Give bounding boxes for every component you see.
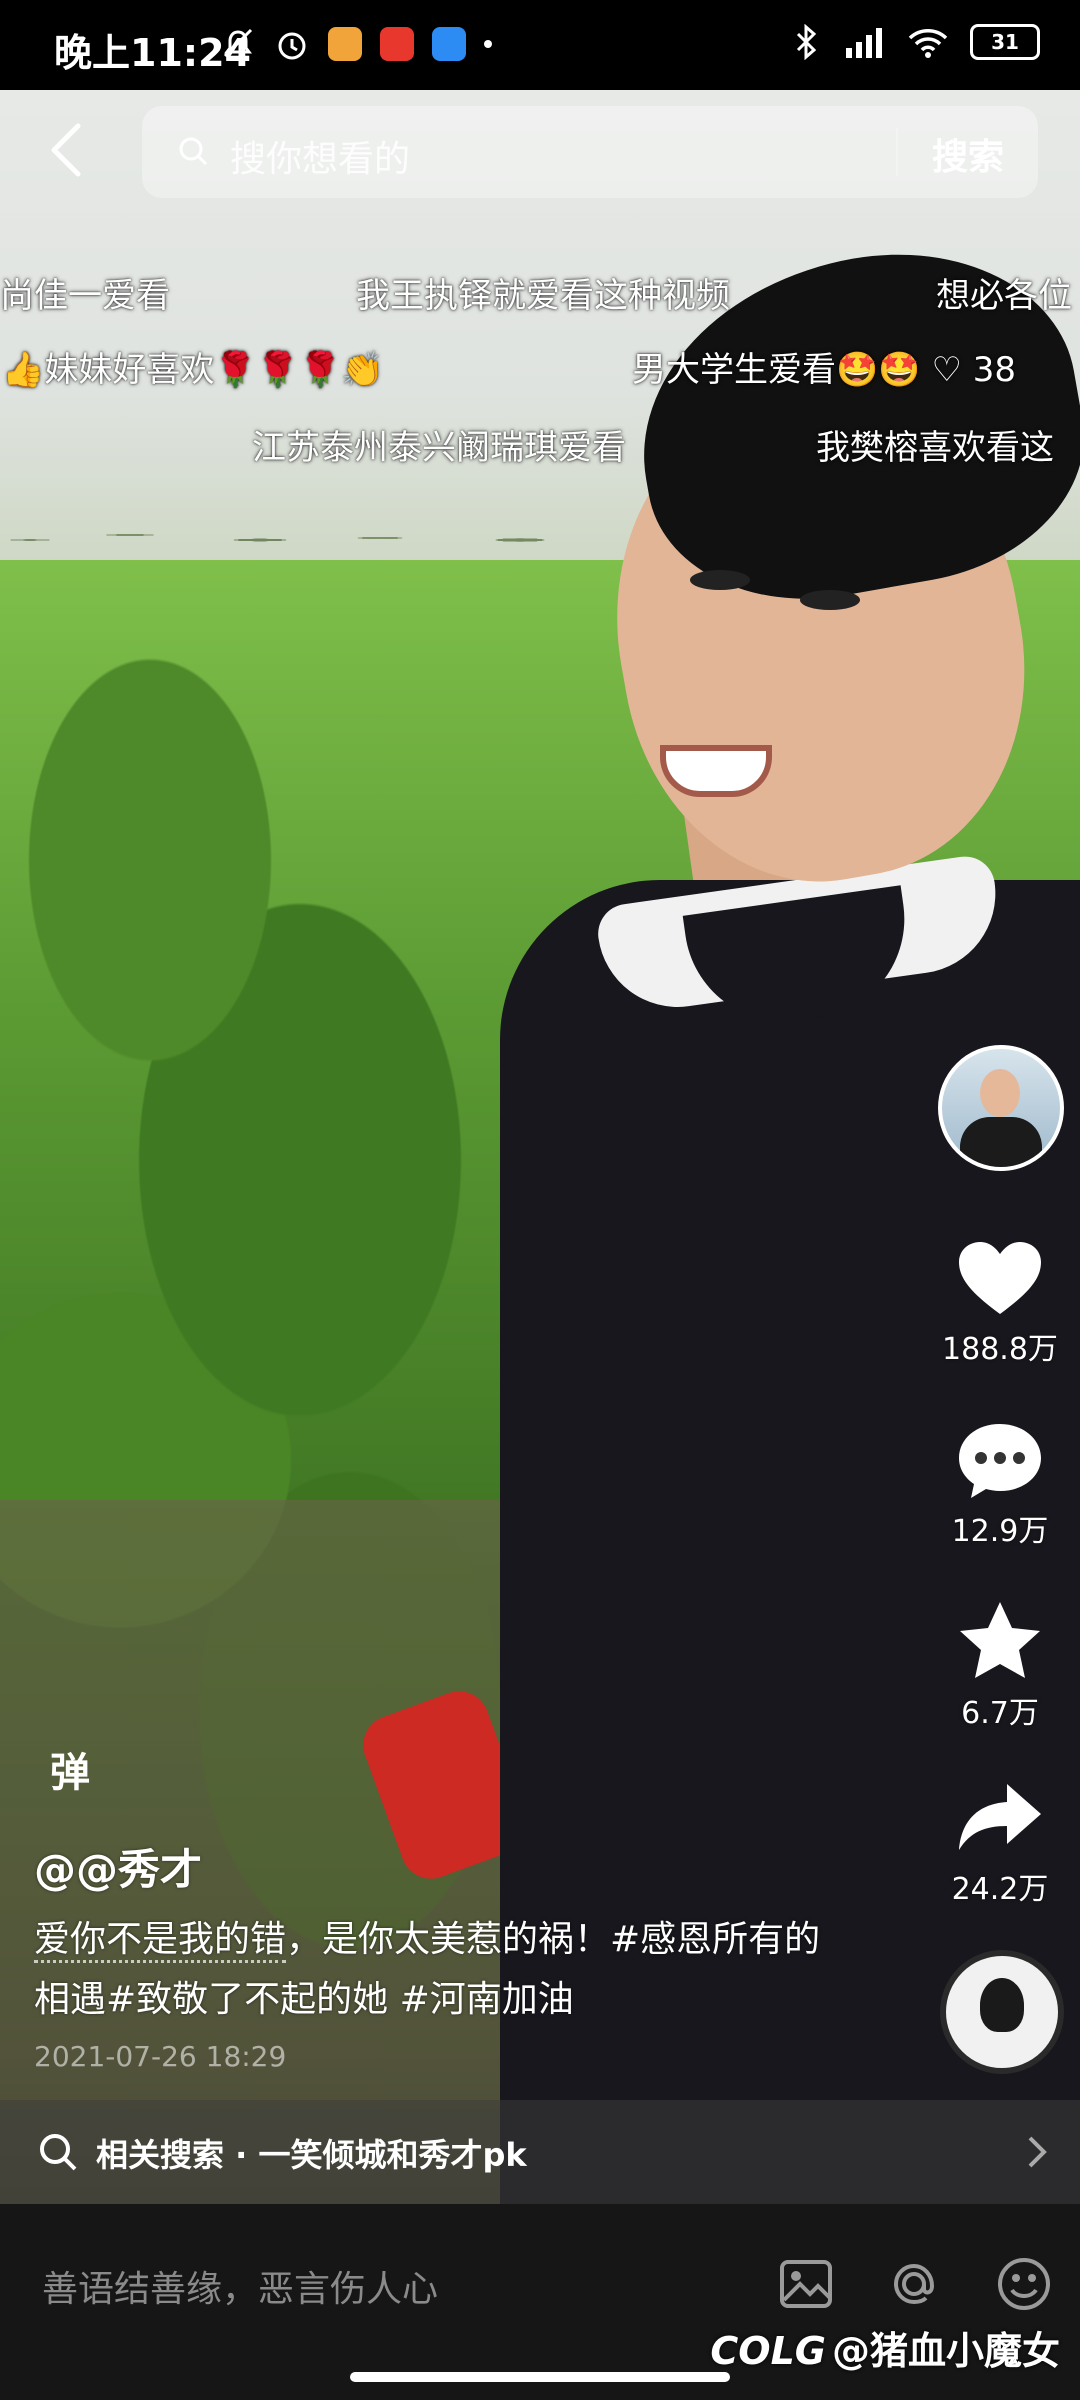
search-icon (179, 137, 208, 166)
like-count: 188.8万 (942, 1332, 1058, 1367)
more-notifications-dot (484, 40, 492, 48)
description-highlight[interactable]: 爱你不是我的错 (34, 1919, 287, 1963)
emoji-icon[interactable] (994, 2254, 1054, 2314)
music-disc[interactable] (940, 1950, 1064, 2074)
favorite-button[interactable]: 6.7万 (920, 1598, 1080, 1732)
video-person-eye (690, 570, 750, 590)
app-notification-icon (380, 27, 414, 61)
watermark: COLG @猪血小魔女 (710, 2320, 1060, 2375)
heart-icon (959, 1242, 1041, 1314)
back-button[interactable] (42, 120, 92, 180)
danmaku-comment: 我樊榕喜欢看这 (816, 428, 1054, 468)
related-search-bar[interactable]: 相关搜索 · 一笑倾城和秀才pk (0, 2100, 1080, 2204)
video-person-eye (800, 590, 860, 610)
video-screen[interactable]: 晚上11:24 31 搜你想看的 搜索 尚佳一爱看 我王执铎就爱看这种视频 想必… (0, 0, 1080, 2400)
search-input[interactable]: 搜你想看的 (230, 130, 410, 182)
search-bar[interactable]: 搜你想看的 搜索 (142, 106, 1038, 198)
danmaku-comment: 男大学生爱看🤩🤩 ♡ 38 (632, 350, 1017, 390)
star-icon (960, 1602, 1040, 1678)
image-icon[interactable] (776, 2254, 836, 2314)
watermark-text: @猪血小魔女 (831, 2329, 1060, 2373)
comment-count: 12.9万 (951, 1514, 1049, 1549)
search-button[interactable]: 搜索 (932, 128, 1004, 180)
app-notification-icon (328, 27, 362, 61)
share-icon (959, 1784, 1041, 1850)
music-disc-avatar (980, 1978, 1024, 2032)
battery-indicator: 31 (970, 24, 1040, 60)
bluetooth-icon (796, 24, 817, 60)
favorite-count: 6.7万 (961, 1696, 1039, 1731)
danmaku-comment: 想必各位 (936, 276, 1072, 316)
home-indicator[interactable] (350, 2372, 730, 2382)
app-notification-icon (432, 27, 466, 61)
search-icon (40, 2134, 77, 2171)
comment-icon (959, 1424, 1041, 1498)
comment-input[interactable]: 善语结善缘，恶言伤人心 (42, 2260, 438, 2312)
danmaku-comment: 我王执铎就爱看这种视频 (356, 276, 730, 316)
video-person-mouth (660, 745, 772, 797)
author-name[interactable]: @@秀才 (34, 1836, 202, 1897)
danmaku-toggle-button[interactable]: 弹 (50, 1740, 90, 1798)
mention-icon[interactable] (884, 2254, 944, 2314)
share-button[interactable]: 24.2万 (920, 1778, 1080, 1908)
post-date: 2021-07-26 18:29 (34, 2040, 287, 2073)
chevron-right-icon (1028, 2136, 1047, 2168)
signal-icon (846, 28, 882, 58)
status-notification-icons (220, 26, 492, 62)
status-system-icons: 31 (792, 24, 1040, 60)
comment-button[interactable]: 12.9万 (920, 1420, 1080, 1550)
alarm-icon (278, 32, 306, 60)
search-divider (896, 128, 898, 176)
like-button[interactable]: 188.8万 (920, 1238, 1080, 1368)
avatar-body (960, 1117, 1042, 1167)
share-count: 24.2万 (951, 1872, 1049, 1907)
watermark-logo: COLG (710, 2329, 826, 2373)
mute-icon (223, 28, 253, 58)
author-avatar[interactable] (938, 1045, 1064, 1171)
status-bar: 晚上11:24 31 (0, 0, 1080, 90)
danmaku-comment: 👍妹妹好喜欢🌹🌹🌹👏 (2, 350, 384, 390)
danmaku-comment: 江苏泰州泰兴阚瑞琪爱看 (252, 428, 626, 468)
related-search-text: 相关搜索 · 一笑倾城和秀才pk (96, 2136, 527, 2174)
avatar-face (980, 1069, 1020, 1117)
danmaku-comment: 尚佳一爱看 (0, 276, 170, 316)
video-description: 爱你不是我的错，是你太美惹的祸！#感恩所有的相遇#致敬了不起的她 #河南加油 (34, 1910, 854, 2030)
wifi-icon (908, 29, 948, 58)
